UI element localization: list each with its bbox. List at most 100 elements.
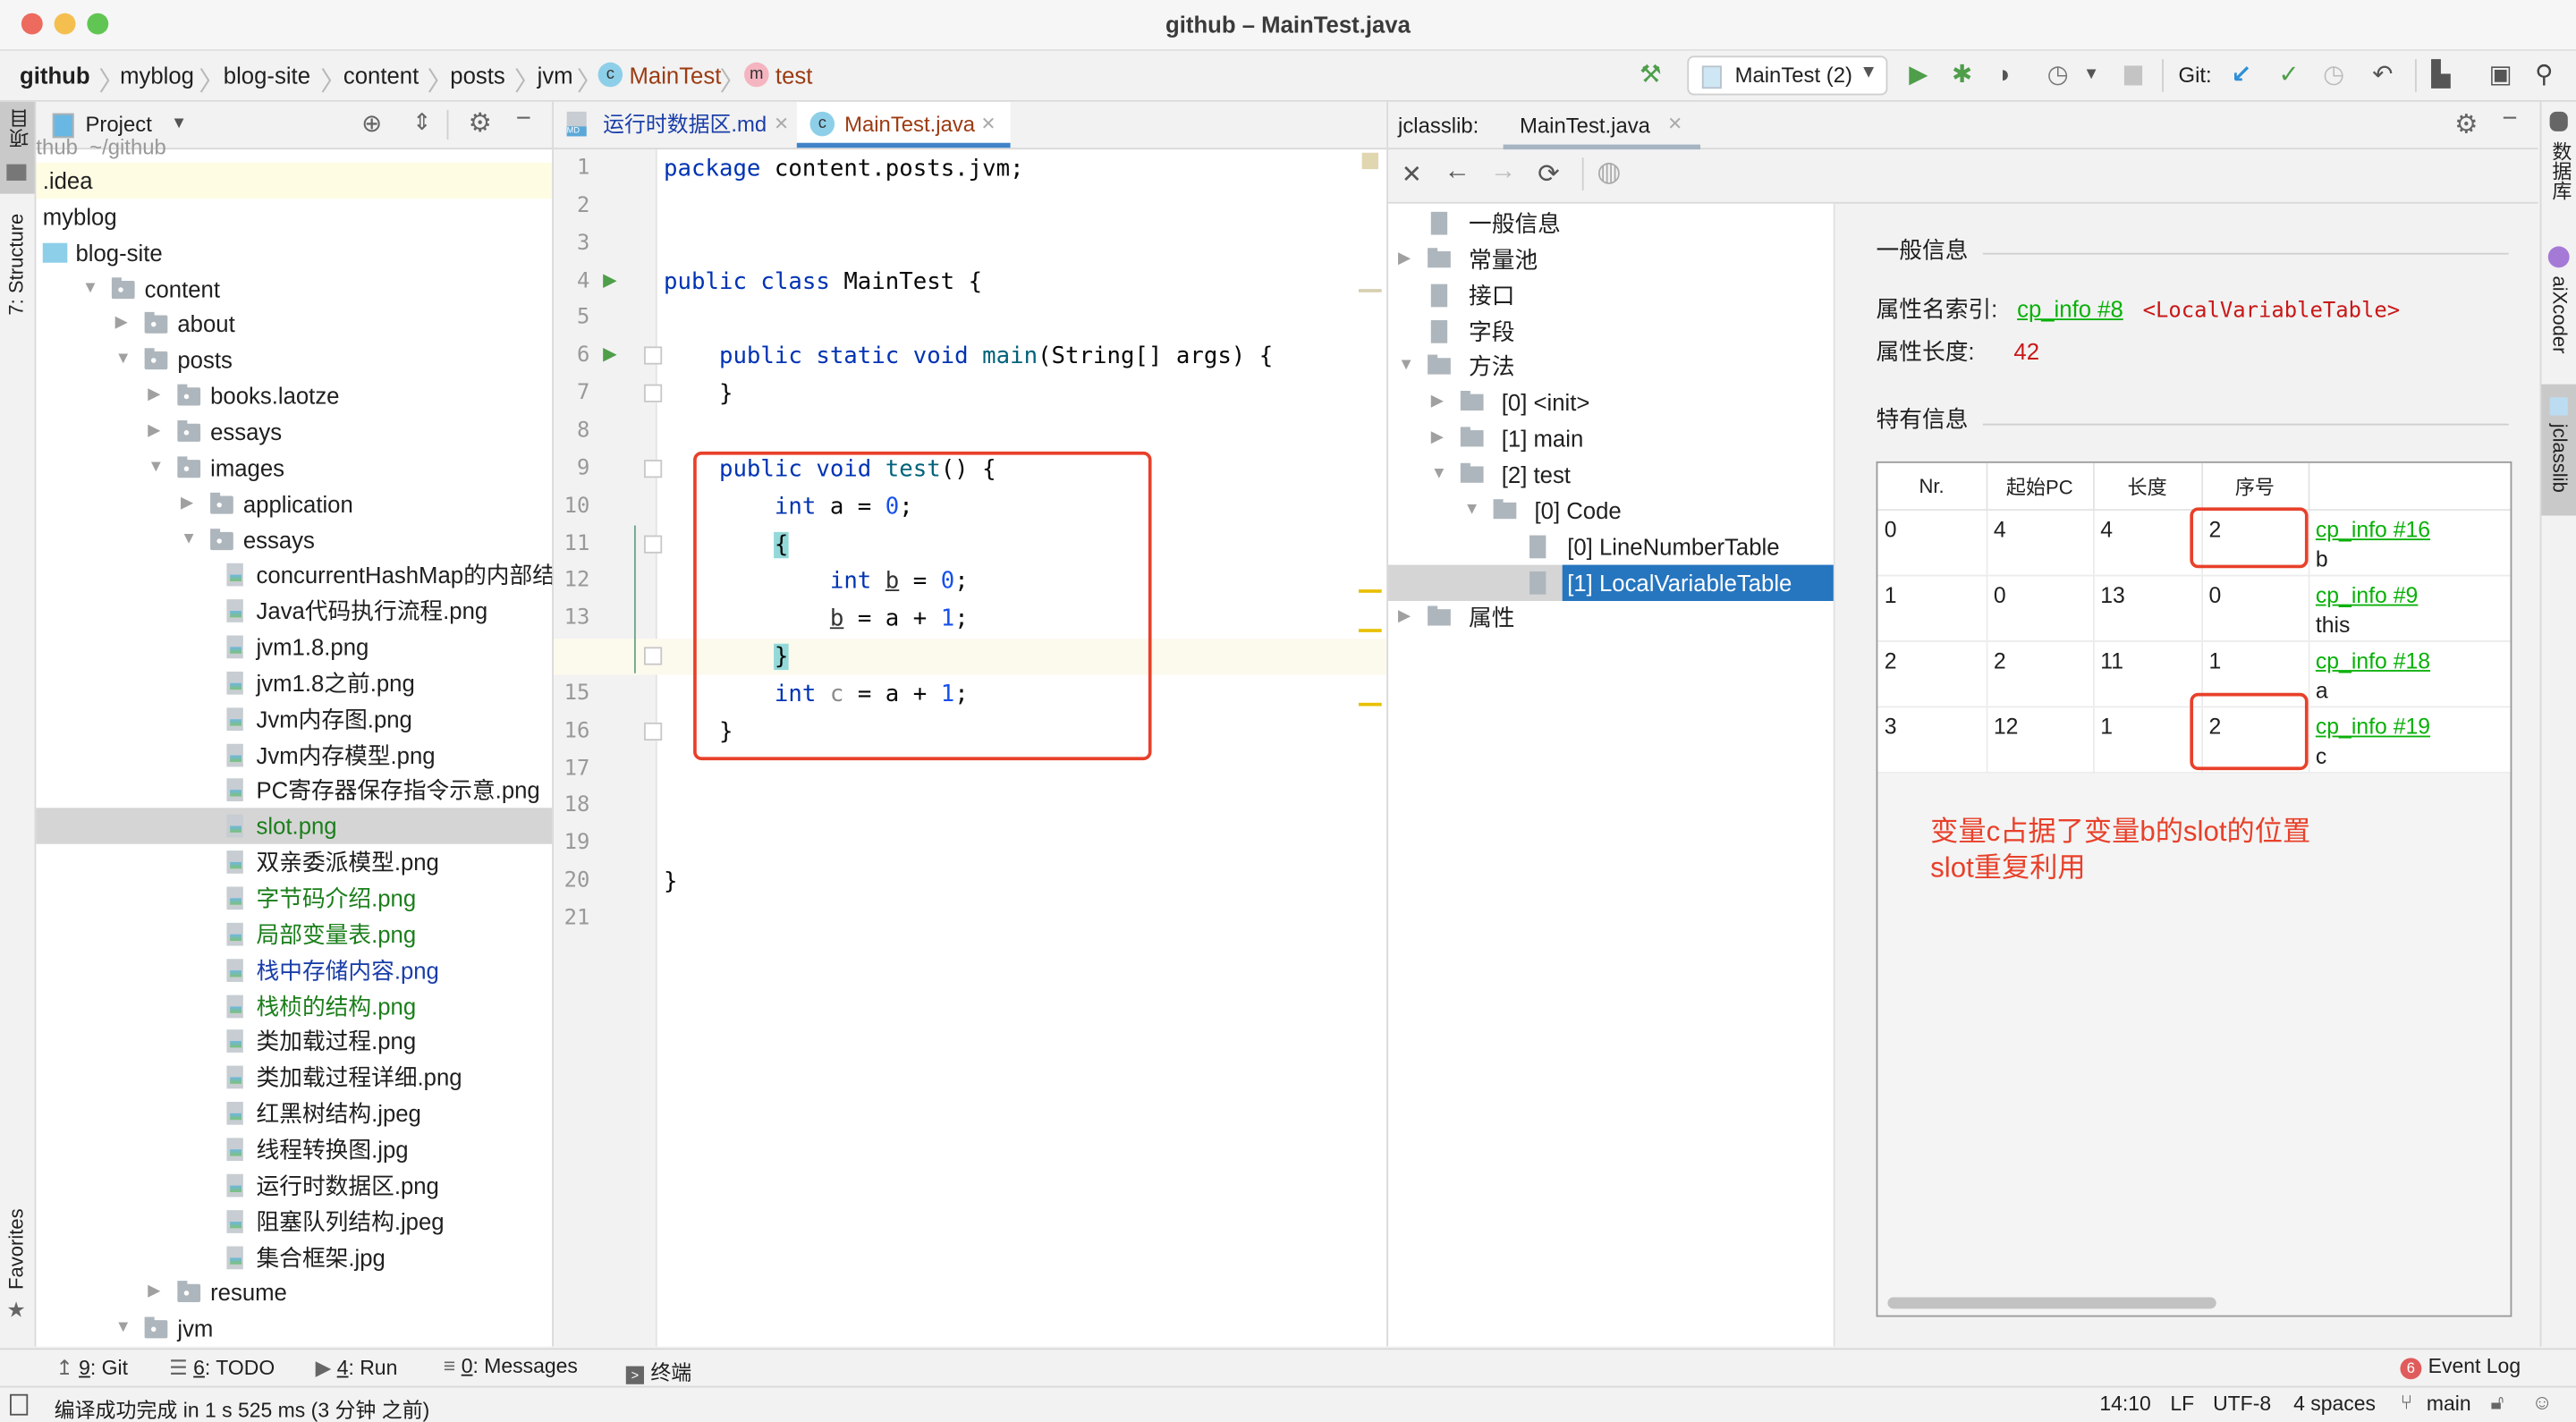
presentation-icon[interactable]: ▣ [2489,61,2512,90]
unlock-icon[interactable]: 🔓︎ [2490,1391,2504,1416]
jclasslib-tree-item[interactable]: 一般信息 [1388,206,1834,241]
tool-tab-project[interactable]: 项目 [0,101,35,194]
git-commit-icon[interactable]: ✓ [2279,61,2300,90]
breadcrumb-myblog[interactable]: myblog [120,63,194,89]
tree-item[interactable]: jvm1.8.png [36,629,552,664]
expand-arrow-closed-icon[interactable]: ▶ [115,306,128,342]
close-tab-icon[interactable]: ✕ [1667,114,1682,135]
jclasslib-tree-item[interactable]: 接口 [1388,277,1834,313]
tree-item[interactable]: ▼ posts [36,342,552,377]
tree-item[interactable]: 类加载过程.png [36,1024,552,1060]
run-configuration-select[interactable]: MainTest (2) ▼ [1687,55,1888,96]
breadcrumb-content[interactable]: content [343,63,419,89]
inspection-status-icon[interactable] [1361,152,1379,170]
tree-item[interactable]: 线程转换图.jpg [36,1131,552,1167]
jclasslib-tree-item[interactable]: [1] LocalVariableTable [1388,563,1834,601]
tool-tab-structure[interactable]: 7: Structure [0,210,35,358]
inspector-icon[interactable]: ☺ [2531,1391,2552,1414]
expand-arrow-open-icon[interactable]: ▼ [1398,349,1414,385]
tree-item[interactable]: ▼ content [36,270,552,306]
jclasslib-tree-item[interactable]: ▼ [0] Code [1388,492,1834,528]
breadcrumb-blog-site[interactable]: blog-site [224,63,310,89]
expand-arrow-open-icon[interactable]: ▼ [148,450,164,486]
status-message[interactable]: 编译成功完成 in 1 s 525 ms (3 分钟 之前) [55,1392,430,1422]
expand-arrow-closed-icon[interactable]: ▶ [148,1274,160,1310]
tree-item[interactable]: concurrentHashMap的内部结 [36,557,552,593]
close-tab-icon[interactable]: ✕ [981,102,996,148]
expand-arrow-open-icon[interactable]: ▼ [115,342,131,377]
tool-tab-jclasslib[interactable]: jclasslib [2541,384,2576,516]
table-row[interactable]: 1 0 13 0 cp_info #9 this [1877,575,2511,642]
project-structure-icon[interactable]: ▙ [2431,61,2450,90]
tree-item[interactable]: 红黑树结构.jpeg [36,1096,552,1131]
forward-arrow-icon[interactable]: → [1490,157,1516,187]
tree-item[interactable]: 类加载过程详细.png [36,1060,552,1096]
git-update-icon[interactable]: ↙ [2231,61,2251,90]
hide-panel-icon[interactable]: − [516,106,531,135]
error-stripe-mark[interactable] [1358,589,1382,593]
expand-arrow-closed-icon[interactable]: ▶ [1398,241,1411,277]
jclasslib-tab-maintest[interactable]: MainTest.java ✕ [1503,102,1701,150]
jclasslib-tree-item[interactable]: ▼ [2] test [1388,456,1834,492]
tree-item[interactable]: Java代码执行流程.png [36,593,552,629]
tree-item[interactable]: ▶ essays [36,414,552,450]
caret-position[interactable]: 14:10 [2099,1392,2150,1416]
jclasslib-tree-item[interactable]: ▶ 常量池 [1388,241,1834,277]
error-stripe-mark[interactable] [1358,629,1382,632]
fold-marker-icon[interactable] [643,534,663,553]
jclasslib-tree-item[interactable]: ▶ [0] <init> [1388,385,1834,420]
indent-setting[interactable]: 4 spaces [2293,1392,2376,1416]
tool-window-todo[interactable]: ☰ 6: TODO [169,1355,275,1380]
error-stripe-mark[interactable] [1358,289,1382,292]
expand-arrow-open-icon[interactable]: ▼ [1464,492,1480,528]
web-icon[interactable]: ◍ [1597,156,1621,189]
git-rollback-icon[interactable]: ↶ [2372,61,2393,90]
expand-arrow-open-icon[interactable]: ▼ [181,521,197,557]
tool-tab-favorites[interactable]: Favorites ★ [0,1202,35,1333]
tool-window-messages[interactable]: ≡ 0: Messages [444,1355,578,1378]
jclasslib-tree-item[interactable]: ▶ 属性 [1388,600,1834,636]
back-arrow-icon[interactable]: ← [1444,157,1470,187]
breadcrumb-github[interactable]: github [20,63,90,89]
breadcrumb-posts[interactable]: posts [450,63,504,89]
breadcrumb-jvm[interactable]: jvm [538,63,573,89]
tab-runtime-data-md[interactable]: MD 运行时数据区.md ✕ [560,102,790,148]
fold-marker-icon[interactable] [643,384,663,402]
expand-arrow-closed-icon[interactable]: ▶ [1398,600,1411,636]
fold-marker-icon[interactable] [643,722,663,741]
cp-info-link[interactable]: cp_info #16 [2316,517,2430,542]
fold-marker-icon[interactable] [643,459,663,478]
jclasslib-tree-item[interactable]: ▶ [1] main [1388,420,1834,456]
tree-item[interactable]: ▼ essays [36,521,552,557]
tree-item[interactable]: ▶ about [36,306,552,342]
column-header[interactable]: 序号 [2201,462,2309,511]
hide-panel-icon[interactable]: − [2502,106,2517,135]
tool-tab-aixcoder[interactable]: aiXcoder [2541,243,2576,375]
tree-item[interactable]: 字节码介绍.png [36,880,552,916]
refresh-icon[interactable]: ⟳ [1538,157,1560,190]
jclasslib-tree-item[interactable]: ▼ 方法 [1388,349,1834,385]
tree-item[interactable]: 集合框架.jpg [36,1239,552,1274]
expand-arrow-closed-icon[interactable]: ▶ [1431,385,1444,420]
fold-marker-icon[interactable] [643,647,663,665]
tree-item[interactable]: blog-site [36,234,552,270]
jclasslib-tree-item[interactable]: 字段 [1388,313,1834,349]
close-tab-icon[interactable]: ✕ [774,102,789,148]
cp-info-link[interactable]: cp_info #8 [2017,295,2123,321]
tree-item[interactable]: .idea [36,162,553,199]
expand-arrow-closed-icon[interactable]: ▶ [1431,420,1444,456]
coverage-icon[interactable]: ◗ [1997,61,2012,90]
debug-icon[interactable]: ✱ [1952,61,1972,90]
profile-icon[interactable]: ◷ [2047,61,2069,90]
tree-item[interactable]: ▶ resume [36,1274,552,1310]
breadcrumb-maintest[interactable]: MainTest [629,63,721,89]
tree-item[interactable]: ▼ jvm [36,1310,552,1346]
tree-item[interactable]: 局部变量表.png [36,916,552,952]
fold-marker-icon[interactable] [643,346,663,366]
tool-tab-database[interactable]: 数据库 [2541,108,2576,224]
tree-item[interactable]: 运行时数据区.png [36,1167,552,1203]
tree-item[interactable]: 双亲委派模型.png [36,844,552,880]
expand-arrow-open-icon[interactable]: ▼ [115,1310,131,1346]
close-icon[interactable]: ✕ [1402,159,1422,189]
run-icon[interactable]: ▶ [1909,61,1928,90]
